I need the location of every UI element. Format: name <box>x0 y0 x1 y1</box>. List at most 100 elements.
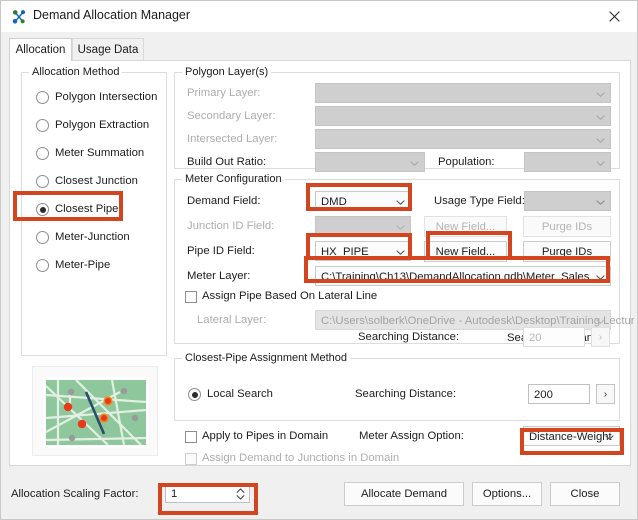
meter-assign-option-value: Distance-Weight <box>529 431 612 443</box>
lateral-searching-distance-expand-label: › <box>598 331 603 343</box>
pipe-purge-ids-button[interactable]: Purge IDs <box>523 241 611 262</box>
lateral-searching-distance-label: Searching Distance: <box>358 331 460 343</box>
assign-demand-junctions-checkbox[interactable] <box>185 453 197 465</box>
tab-usage-data-label: Usage Data <box>77 44 139 56</box>
radio-meter-junction-label: Meter-Junction <box>55 231 130 243</box>
chevron-down-icon <box>410 153 419 173</box>
lateral-searching-distance-expand-button[interactable]: › <box>591 327 610 347</box>
chevron-down-icon <box>596 192 605 212</box>
meter-assign-option-label: Meter Assign Option: <box>359 430 464 442</box>
tab-allocation-label: Allocation <box>15 44 66 56</box>
radio-polygon-intersection[interactable] <box>36 91 49 104</box>
assign-demand-junctions-label: Assign Demand to Junctions in Domain <box>202 452 400 464</box>
assign-pipe-lateral-checkbox[interactable] <box>185 291 197 303</box>
junction-id-field-combo[interactable] <box>315 216 411 236</box>
junction-purge-ids-label: Purge IDs <box>541 220 593 233</box>
closest-pipe-method-group-title: Closest-Pipe Assignment Method <box>182 352 351 364</box>
polygon-layers-group: Polygon Layer(s) Primary Layer: Secondar… <box>174 66 620 172</box>
radio-closest-junction-label: Closest Junction <box>55 175 138 187</box>
radio-polygon-extraction[interactable] <box>36 119 49 132</box>
junction-new-field-button[interactable]: New Field... <box>424 216 507 237</box>
build-out-ratio-label: Build Out Ratio: <box>187 156 267 168</box>
tab-allocation[interactable]: Allocation <box>9 38 72 61</box>
lateral-searching-distance-input[interactable]: 20 <box>523 327 585 347</box>
radio-meter-pipe[interactable] <box>36 259 49 272</box>
usage-type-field-combo[interactable] <box>524 191 611 211</box>
secondary-layer-combo[interactable] <box>315 106 611 126</box>
pipe-id-field-combo[interactable]: HX_PIPE <box>315 241 411 261</box>
radio-closest-pipe[interactable] <box>36 203 49 216</box>
radio-local-search[interactable] <box>188 388 201 401</box>
chevron-down-icon <box>396 242 405 262</box>
secondary-layer-label: Secondary Layer: <box>187 110 276 122</box>
radio-meter-pipe-label: Meter-Pipe <box>55 259 111 271</box>
meter-layer-combo[interactable]: C:\Training\Ch13\DemandAllocation.gdb\Me… <box>315 266 611 286</box>
apply-to-pipes-checkbox[interactable] <box>185 431 197 443</box>
closest-pipe-searching-distance-value: 200 <box>534 389 553 401</box>
polygon-layers-group-title: Polygon Layer(s) <box>182 66 272 78</box>
demand-field-value: DMD <box>321 196 347 208</box>
allocation-tab-panel: Allocation Method Polygon Intersection P… <box>9 60 635 466</box>
close-button-label: Close <box>570 488 600 500</box>
tab-usage-data[interactable]: Usage Data <box>72 38 144 61</box>
demand-field-label: Demand Field: <box>187 195 261 207</box>
scaling-factor-input[interactable]: 1 <box>165 483 250 503</box>
radio-meter-summation[interactable] <box>36 147 49 160</box>
scaling-factor-value: 1 <box>171 488 178 500</box>
closest-pipe-preview-thumbnail <box>43 377 149 448</box>
footer-bar: Allocation Scaling Factor: 1 Allocate De… <box>1 467 637 519</box>
allocate-demand-label: Allocate Demand <box>360 488 448 500</box>
junction-id-field-label: Junction ID Field: <box>187 220 275 232</box>
pipe-new-field-label: New Field... <box>435 245 496 258</box>
close-button[interactable]: Close <box>550 482 620 506</box>
assign-pipe-lateral-label: Assign Pipe Based On Lateral Line <box>202 290 378 302</box>
pipe-new-field-button[interactable]: New Field... <box>424 241 507 262</box>
closest-pipe-searching-distance-expand-button[interactable]: › <box>596 384 615 404</box>
meter-configuration-group: Meter Configuration Demand Field: DMD Us… <box>174 173 635 344</box>
primary-layer-label: Primary Layer: <box>187 87 261 99</box>
meter-configuration-group-title: Meter Configuration <box>182 173 285 185</box>
usage-type-field-label: Usage Type Field: <box>434 195 525 207</box>
chevron-down-icon <box>596 267 605 287</box>
population-label: Population: <box>438 156 495 168</box>
radio-closest-junction[interactable] <box>36 175 49 188</box>
closest-pipe-searching-distance-input[interactable]: 200 <box>528 384 590 404</box>
allocation-method-group-title: Allocation Method <box>29 66 123 78</box>
radio-polygon-extraction-label: Polygon Extraction <box>55 119 150 131</box>
allocate-demand-button[interactable]: Allocate Demand <box>344 482 464 506</box>
tab-strip: Allocation Usage Data <box>9 38 631 61</box>
radio-meter-junction[interactable] <box>36 231 49 244</box>
pipe-id-field-value: HX_PIPE <box>321 246 369 258</box>
intersected-layer-label: Intersected Layer: <box>187 133 278 145</box>
radio-closest-pipe-label: Closest Pipe <box>55 203 119 215</box>
junction-new-field-label: New Field... <box>435 220 496 233</box>
closest-pipe-method-group: Closest-Pipe Assignment Method Local Sea… <box>174 352 620 421</box>
meter-assign-option-combo[interactable]: Distance-Weight <box>523 426 620 446</box>
radio-local-search-label: Local Search <box>207 388 273 400</box>
build-out-ratio-combo[interactable] <box>315 152 425 172</box>
chevron-down-icon <box>605 427 614 447</box>
lateral-searching-distance-value: 20 <box>529 332 542 344</box>
demand-allocation-manager-window: Demand Allocation Manager Allocation Usa… <box>0 0 638 520</box>
junction-purge-ids-button[interactable]: Purge IDs <box>523 216 611 237</box>
scaling-factor-spinner[interactable] <box>233 485 248 503</box>
window-title: Demand Allocation Manager <box>33 8 191 22</box>
chevron-down-icon <box>396 217 405 237</box>
preview-frame <box>32 366 158 456</box>
demand-field-combo[interactable]: DMD <box>315 191 411 211</box>
lateral-layer-label: Lateral Layer: <box>197 314 267 326</box>
close-icon[interactable] <box>591 1 637 32</box>
population-combo[interactable] <box>524 152 611 172</box>
chevron-down-icon <box>596 107 605 127</box>
primary-layer-combo[interactable] <box>315 83 611 103</box>
lateral-layer-value: C:\Users\solberk\OneDrive - Autodesk\Des… <box>321 315 635 327</box>
intersected-layer-combo[interactable] <box>315 129 611 149</box>
scaling-factor-label: Allocation Scaling Factor: <box>11 488 139 500</box>
apply-to-pipes-label: Apply to Pipes in Domain <box>202 430 329 442</box>
title-bar: Demand Allocation Manager <box>1 1 637 32</box>
chevron-down-icon <box>596 130 605 150</box>
options-button[interactable]: Options... <box>472 482 542 506</box>
chevron-down-icon <box>596 84 605 104</box>
closest-pipe-searching-distance-expand-label: › <box>603 388 608 400</box>
meter-layer-label: Meter Layer: <box>187 270 251 282</box>
